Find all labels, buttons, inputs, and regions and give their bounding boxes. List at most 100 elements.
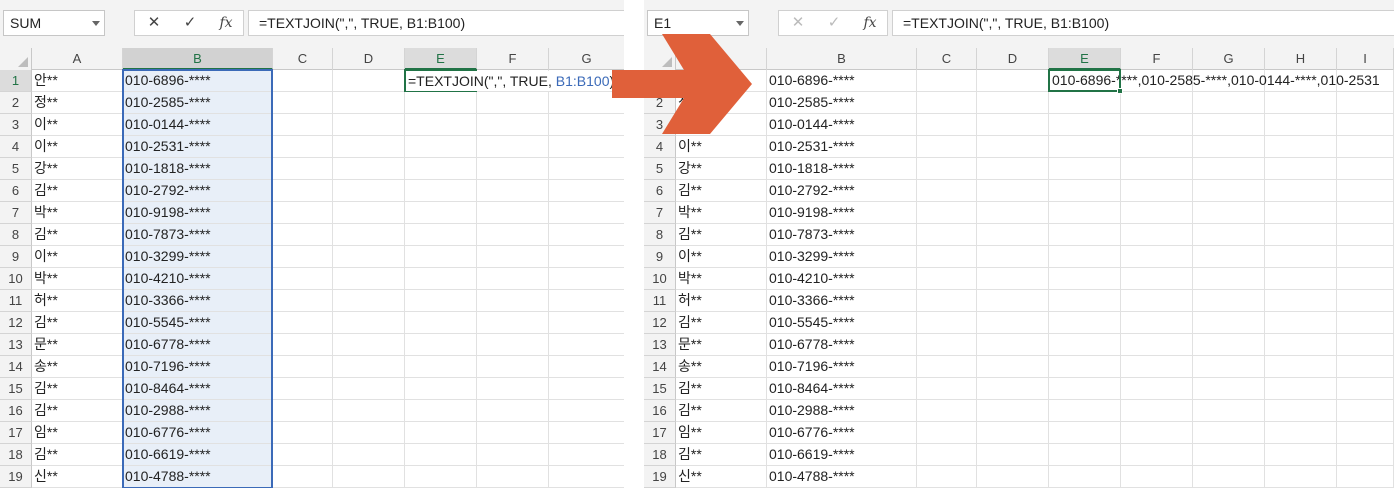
cell-i13[interactable] [1337, 334, 1394, 356]
row-header-4[interactable]: 4 [0, 136, 32, 158]
cell-i18[interactable] [1337, 444, 1394, 466]
chevron-down-icon[interactable] [92, 21, 100, 26]
column-header-f[interactable]: F [477, 48, 549, 70]
cell-b2[interactable]: 010-2585-**** [123, 92, 273, 114]
cell-a12[interactable]: 김** [32, 312, 123, 334]
cell-c12[interactable] [917, 312, 977, 334]
cell-a16[interactable]: 김** [32, 400, 123, 422]
column-header-b[interactable]: B [767, 48, 917, 70]
cell-d6[interactable] [333, 180, 405, 202]
cell-d2[interactable] [333, 92, 405, 114]
cell-a14[interactable]: 송** [676, 356, 767, 378]
cell-h14[interactable] [1265, 356, 1337, 378]
cell-g19[interactable] [1193, 466, 1265, 488]
row-header-6[interactable]: 6 [0, 180, 32, 202]
cell-d4[interactable] [977, 136, 1049, 158]
insert-function-icon[interactable]: fx [209, 11, 243, 35]
cell-b9[interactable]: 010-3299-**** [767, 246, 917, 268]
cell-d10[interactable] [977, 268, 1049, 290]
cell-f11[interactable] [477, 290, 549, 312]
cell-e8[interactable] [405, 224, 477, 246]
cell-f14[interactable] [1121, 356, 1193, 378]
cell-e10[interactable] [1049, 268, 1121, 290]
cell-g12[interactable] [1193, 312, 1265, 334]
cell-d5[interactable] [333, 158, 405, 180]
row-header-4[interactable]: 4 [644, 136, 676, 158]
cell-d4[interactable] [333, 136, 405, 158]
cell-b16[interactable]: 010-2988-**** [123, 400, 273, 422]
row-header-7[interactable]: 7 [0, 202, 32, 224]
cell-g3[interactable] [1193, 114, 1265, 136]
cell-e17[interactable] [405, 422, 477, 444]
row-header-9[interactable]: 9 [0, 246, 32, 268]
row-header-10[interactable]: 10 [644, 268, 676, 290]
row-header-12[interactable]: 12 [0, 312, 32, 334]
cell-f4[interactable] [1121, 136, 1193, 158]
row-header-17[interactable]: 17 [644, 422, 676, 444]
cell-d5[interactable] [977, 158, 1049, 180]
cell-f17[interactable] [477, 422, 549, 444]
cell-d9[interactable] [977, 246, 1049, 268]
cell-f13[interactable] [1121, 334, 1193, 356]
cell-c2[interactable] [273, 92, 333, 114]
cell-h5[interactable] [1265, 158, 1337, 180]
cell-b3[interactable]: 010-0144-**** [123, 114, 273, 136]
cell-f16[interactable] [477, 400, 549, 422]
cell-b1[interactable]: 010-6896-**** [767, 70, 917, 92]
cell-b8[interactable]: 010-7873-**** [767, 224, 917, 246]
cell-g16[interactable] [549, 400, 624, 422]
cell-d15[interactable] [977, 378, 1049, 400]
cell-f2[interactable] [477, 92, 549, 114]
cell-e6[interactable] [405, 180, 477, 202]
column-header-b[interactable]: B [123, 48, 273, 70]
cell-d15[interactable] [333, 378, 405, 400]
formula-input[interactable]: =TEXTJOIN(",", TRUE, B1:B100) [892, 10, 1394, 36]
cell-e9[interactable] [405, 246, 477, 268]
cell-d14[interactable] [333, 356, 405, 378]
cell-g18[interactable] [549, 444, 624, 466]
cell-c17[interactable] [273, 422, 333, 444]
cell-h17[interactable] [1265, 422, 1337, 444]
column-header-e[interactable]: E [1049, 48, 1121, 70]
cell-d9[interactable] [333, 246, 405, 268]
cell-f11[interactable] [1121, 290, 1193, 312]
row-header-18[interactable]: 18 [0, 444, 32, 466]
cell-a15[interactable]: 김** [32, 378, 123, 400]
cell-a8[interactable]: 김** [676, 224, 767, 246]
check-icon[interactable]: ✓ [173, 11, 207, 35]
cell-editing-formula[interactable]: =TEXTJOIN(",", TRUE, B1:B100) [406, 71, 615, 91]
cell-a6[interactable]: 김** [32, 180, 123, 202]
cell-b2[interactable]: 010-2585-**** [767, 92, 917, 114]
cell-g13[interactable] [1193, 334, 1265, 356]
cell-i11[interactable] [1337, 290, 1394, 312]
cell-h11[interactable] [1265, 290, 1337, 312]
row-header-9[interactable]: 9 [644, 246, 676, 268]
cell-a8[interactable]: 김** [32, 224, 123, 246]
cell-f6[interactable] [477, 180, 549, 202]
cancel-icon[interactable]: ✕ [781, 11, 815, 35]
cell-d3[interactable] [333, 114, 405, 136]
cell-c5[interactable] [273, 158, 333, 180]
cell-c6[interactable] [273, 180, 333, 202]
cell-a19[interactable]: 신** [32, 466, 123, 488]
cell-f4[interactable] [477, 136, 549, 158]
cell-a1[interactable]: 안** [32, 70, 123, 92]
name-box[interactable]: SUM [3, 10, 105, 36]
cell-a14[interactable]: 송** [32, 356, 123, 378]
cell-b1[interactable]: 010-6896-**** [123, 70, 273, 92]
cell-a15[interactable]: 김** [676, 378, 767, 400]
cell-b8[interactable]: 010-7873-**** [123, 224, 273, 246]
cell-c19[interactable] [917, 466, 977, 488]
cell-b13[interactable]: 010-6778-**** [123, 334, 273, 356]
row-header-16[interactable]: 16 [0, 400, 32, 422]
cell-e11[interactable] [405, 290, 477, 312]
cell-f12[interactable] [477, 312, 549, 334]
cell-h4[interactable] [1265, 136, 1337, 158]
cell-a7[interactable]: 박** [676, 202, 767, 224]
cell-d12[interactable] [977, 312, 1049, 334]
cell-h12[interactable] [1265, 312, 1337, 334]
cell-d18[interactable] [977, 444, 1049, 466]
cell-c4[interactable] [273, 136, 333, 158]
cell-b12[interactable]: 010-5545-**** [767, 312, 917, 334]
cell-f8[interactable] [1121, 224, 1193, 246]
